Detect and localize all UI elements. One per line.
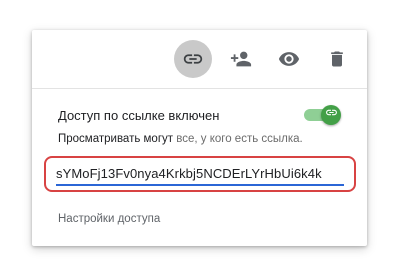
link-sharing-status: Доступ по ссылке включен [58,108,220,123]
toolbar-divider [32,88,367,89]
share-link-input[interactable] [56,164,344,183]
access-settings-link[interactable]: Настройки доступа [58,213,160,225]
preview-button[interactable] [270,40,308,78]
viewers-line: Просматривать могут все, у кого есть ссы… [58,133,303,145]
share-link-panel: Доступ по ссылке включен Просматривать м… [32,30,367,246]
trash-icon [327,49,347,69]
link-button[interactable] [174,40,212,78]
delete-button[interactable] [318,40,356,78]
link-icon [325,106,338,124]
share-link-field[interactable] [56,164,344,186]
add-person-button[interactable] [222,40,260,78]
toggle-knob [321,105,341,125]
viewers-label: Просматривать могут [58,133,174,145]
viewers-value[interactable]: все, у кого есть ссылка. [176,133,303,145]
link-field-highlight [44,156,356,192]
link-sharing-toggle[interactable] [304,105,341,125]
eye-icon [278,48,300,70]
link-icon [182,48,204,70]
person-add-icon [230,48,252,70]
toolbar [32,30,367,88]
